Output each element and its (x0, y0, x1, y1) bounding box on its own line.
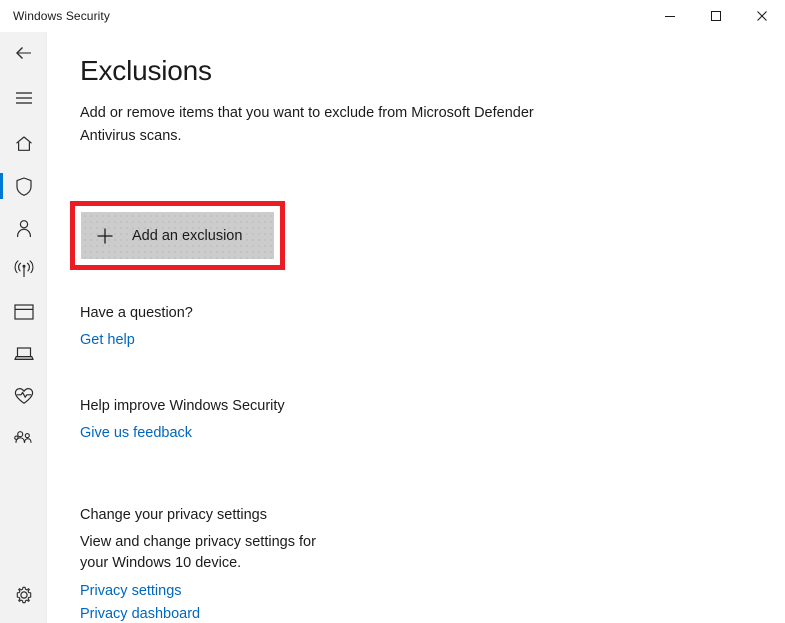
get-help-link[interactable]: Get help (80, 330, 135, 351)
section-title: Help improve Windows Security (80, 398, 285, 414)
settings-button-wrapper (0, 575, 47, 615)
close-icon (756, 10, 768, 22)
shield-icon (14, 176, 34, 197)
privacy-settings-link[interactable]: Privacy settings (80, 581, 182, 602)
sidebar-item-app-browser-control[interactable] (0, 292, 47, 332)
close-button[interactable] (739, 0, 785, 32)
main-content: Exclusions Add or remove items that you … (48, 32, 785, 623)
people-icon (12, 428, 36, 448)
titlebar: Windows Security (0, 0, 785, 32)
settings-button[interactable] (0, 575, 47, 615)
windows-security-app: Windows Security Exclusions Add or remov… (0, 0, 785, 623)
heart-pulse-icon (13, 386, 35, 406)
hamburger-menu-icon (15, 91, 33, 105)
sidebar-item-family-options[interactable] (0, 418, 47, 458)
wifi-signal-icon (13, 260, 35, 280)
section-have-a-question: Have a question? Get help (80, 303, 193, 353)
sidebar-item-device-performance-health[interactable] (0, 376, 47, 416)
minimize-icon (664, 10, 676, 22)
back-arrow-icon (14, 43, 34, 63)
section-privacy-settings: Change your privacy settings View and ch… (80, 505, 340, 623)
privacy-dashboard-link[interactable]: Privacy dashboard (80, 604, 200, 623)
laptop-icon (13, 345, 35, 363)
page-description: Add or remove items that you want to exc… (80, 105, 534, 144)
app-window-icon (13, 303, 35, 321)
section-title: Have a question? (80, 305, 193, 321)
section-body: View and change privacy settings for you… (80, 534, 316, 571)
sidebar-item-virus-threat-protection[interactable] (0, 166, 47, 206)
menu-button[interactable] (0, 78, 47, 118)
plus-icon (96, 227, 114, 245)
gear-icon (14, 585, 34, 605)
sidebar-item-device-security[interactable] (0, 334, 47, 374)
person-icon (14, 218, 34, 239)
window-title: Windows Security (13, 9, 110, 23)
add-an-exclusion-button[interactable]: Add an exclusion (81, 212, 274, 259)
section-help-improve: Help improve Windows Security Give us fe… (80, 396, 285, 446)
sidebar-item-firewall-network-protection[interactable] (0, 250, 47, 290)
give-us-feedback-link[interactable]: Give us feedback (80, 423, 192, 444)
minimize-button[interactable] (647, 0, 693, 32)
navigation-rail (0, 32, 47, 623)
window-controls (647, 0, 785, 32)
maximize-button[interactable] (693, 0, 739, 32)
sidebar-item-account-protection[interactable] (0, 208, 47, 248)
sidebar-item-home[interactable] (0, 124, 47, 164)
maximize-icon (710, 10, 722, 22)
add-an-exclusion-label: Add an exclusion (132, 227, 243, 244)
section-title: Change your privacy settings (80, 507, 267, 523)
home-icon (14, 134, 34, 154)
back-button[interactable] (0, 33, 47, 73)
page-title: Exclusions (80, 55, 212, 86)
